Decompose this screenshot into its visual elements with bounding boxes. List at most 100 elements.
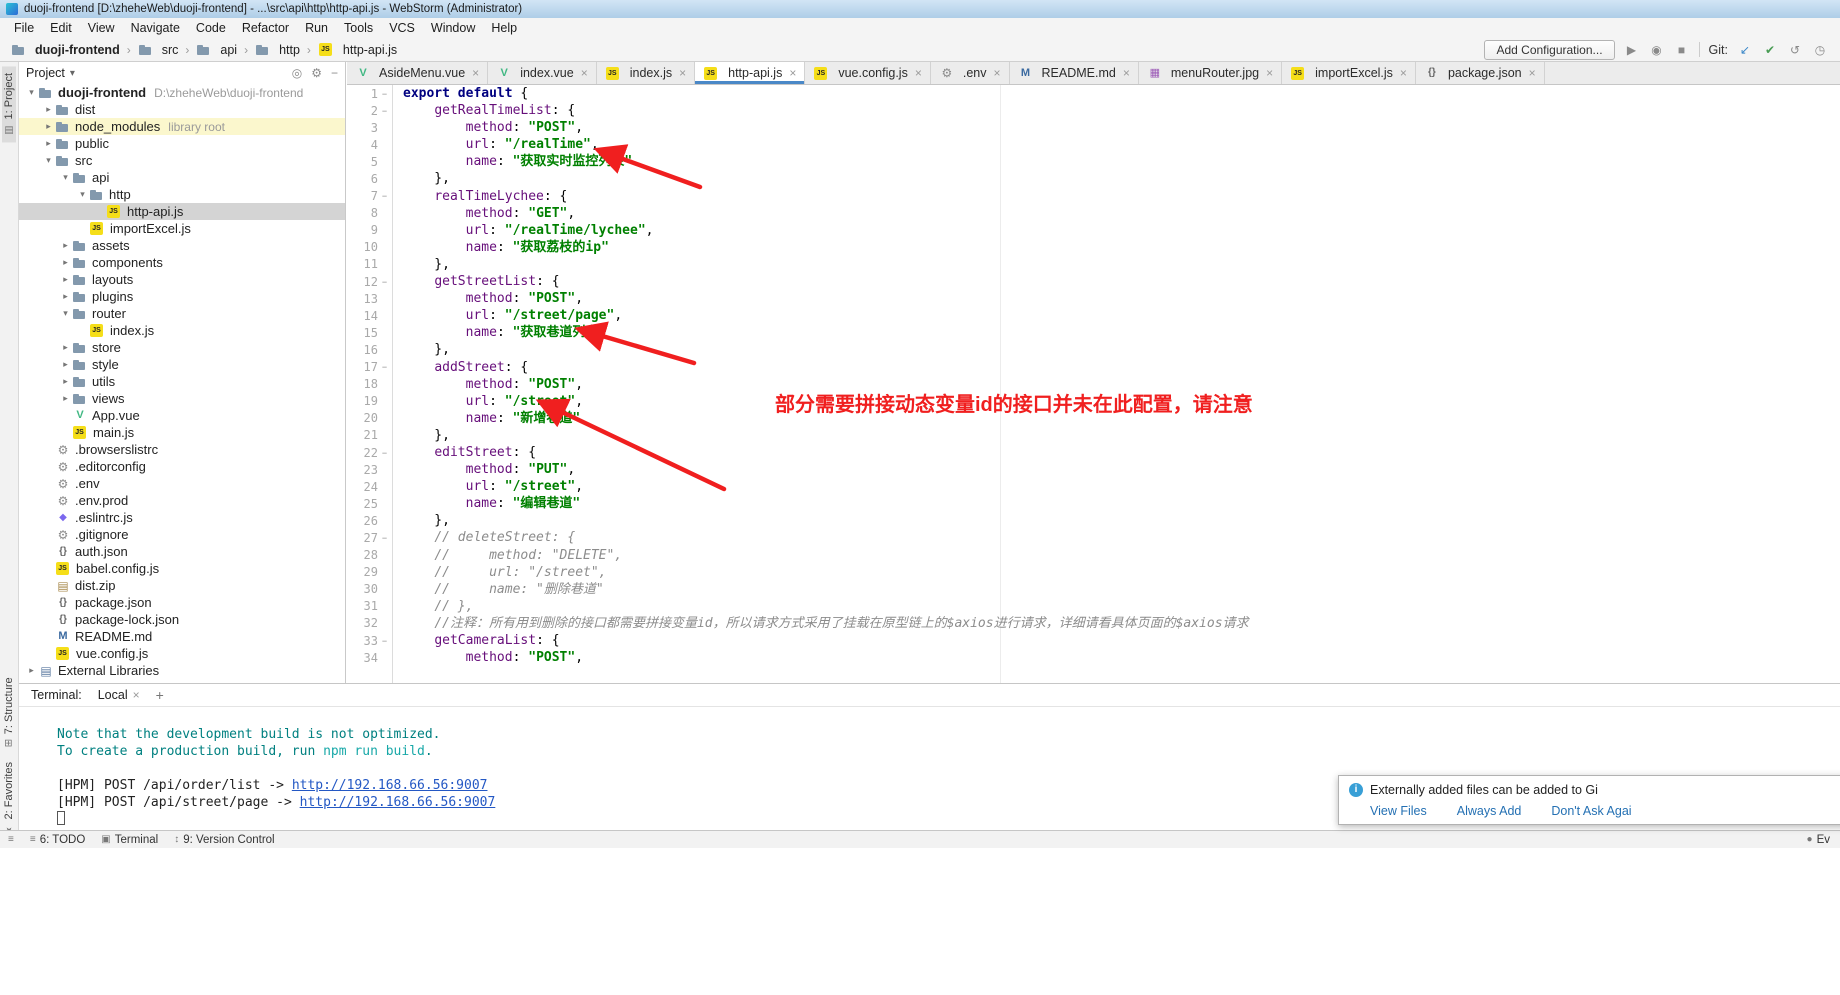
tree-item[interactable]: ▸components <box>19 254 345 271</box>
fold-icon[interactable]: − <box>380 362 389 372</box>
line-number[interactable]: 18 <box>347 376 392 393</box>
tree-item[interactable]: ⚙.browserslistrc <box>19 441 345 458</box>
run-icon[interactable]: ▶ <box>1624 43 1640 57</box>
git-commit-icon[interactable]: ✔ <box>1762 43 1778 57</box>
line-number[interactable]: 30 <box>347 581 392 598</box>
git-update-icon[interactable]: ↙ <box>1737 43 1753 57</box>
chevron-closed-icon[interactable]: ▸ <box>59 342 72 353</box>
line-number[interactable]: 14 <box>347 307 392 324</box>
chevron-closed-icon[interactable]: ▸ <box>59 240 72 251</box>
tree-item[interactable]: ▸utils <box>19 373 345 390</box>
code-line[interactable]: method: "POST", <box>403 649 1840 666</box>
tree-item[interactable]: ▸views <box>19 390 345 407</box>
line-number[interactable]: 34 <box>347 649 392 666</box>
terminal-link[interactable]: http://192.168.66.56:9007 <box>292 778 488 793</box>
chevron-closed-icon[interactable]: ▸ <box>59 257 72 268</box>
close-icon[interactable]: × <box>915 66 922 80</box>
code-editor[interactable]: 1−2−34567−89101112−1314151617−1819202122… <box>347 85 1840 683</box>
tree-item[interactable]: ▤dist.zip <box>19 577 345 594</box>
toolwindow-button[interactable]: ▤1: Project <box>2 66 16 142</box>
tree-item[interactable]: ▸public <box>19 135 345 152</box>
tab-importExcel.js[interactable]: JSimportExcel.js× <box>1282 62 1416 84</box>
line-number[interactable]: 17− <box>347 359 392 376</box>
toolwindow-switcher-icon[interactable]: ≡ <box>8 834 14 845</box>
menu-file[interactable]: File <box>6 19 42 37</box>
git-history-icon[interactable]: ↺ <box>1787 43 1803 57</box>
tree-item[interactable]: {}package.json <box>19 594 345 611</box>
tree-item[interactable]: ▸assets <box>19 237 345 254</box>
close-icon[interactable]: × <box>472 66 479 80</box>
tree-item[interactable]: JSvue.config.js <box>19 645 345 662</box>
clock-icon[interactable]: ◷ <box>1812 43 1828 57</box>
chevron-closed-icon[interactable]: ▸ <box>42 121 55 132</box>
line-number[interactable]: 7− <box>347 188 392 205</box>
toolwindow-button[interactable]: ⊞7: Structure <box>2 670 16 754</box>
tab-README.md[interactable]: MREADME.md× <box>1010 62 1139 84</box>
fold-icon[interactable]: − <box>380 191 389 201</box>
line-number[interactable]: 27− <box>347 529 392 546</box>
line-number[interactable]: 1− <box>347 85 392 102</box>
status-item[interactable]: ▣Terminal <box>101 834 158 846</box>
close-icon[interactable]: × <box>133 688 140 702</box>
code-line[interactable]: getRealTimeList: { <box>403 102 1840 119</box>
line-number[interactable]: 21 <box>347 427 392 444</box>
close-icon[interactable]: × <box>679 66 686 80</box>
tree-item[interactable]: ▸store <box>19 339 345 356</box>
breadcrumb-item[interactable]: src <box>135 42 182 58</box>
line-number[interactable]: 33− <box>347 632 392 649</box>
line-number[interactable]: 12− <box>347 273 392 290</box>
code-line[interactable]: method: "POST", <box>403 119 1840 136</box>
code-line[interactable]: }, <box>403 256 1840 273</box>
chevron-closed-icon[interactable]: ▸ <box>59 274 72 285</box>
tree-item[interactable]: ⚙.gitignore <box>19 526 345 543</box>
chevron-closed-icon[interactable]: ▸ <box>59 393 72 404</box>
code-line[interactable]: }, <box>403 341 1840 358</box>
menu-refactor[interactable]: Refactor <box>234 19 297 37</box>
fold-icon[interactable]: − <box>380 533 389 543</box>
code-line[interactable]: //注释：所有用到删除的接口都需要拼接变量id，所以请求方式采用了挂载在原型链上… <box>403 615 1840 632</box>
code-line[interactable]: url: "/street/page", <box>403 307 1840 324</box>
fold-icon[interactable]: − <box>380 448 389 458</box>
code-line[interactable]: method: "POST", <box>403 290 1840 307</box>
breadcrumb-item[interactable]: http <box>252 42 303 58</box>
debug-icon[interactable]: ◉ <box>1649 43 1665 57</box>
line-number[interactable]: 4 <box>347 136 392 153</box>
notification-link[interactable]: Always Add <box>1457 804 1522 818</box>
tree-item[interactable]: JSbabel.config.js <box>19 560 345 577</box>
chevron-closed-icon[interactable]: ▸ <box>42 104 55 115</box>
tree-item[interactable]: ◆.eslintrc.js <box>19 509 345 526</box>
close-icon[interactable]: × <box>993 66 1000 80</box>
menu-view[interactable]: View <box>80 19 123 37</box>
line-number[interactable]: 32 <box>347 615 392 632</box>
code-line[interactable]: // name: "删除巷道" <box>403 581 1840 598</box>
tab-index.vue[interactable]: Vindex.vue× <box>488 62 597 84</box>
close-icon[interactable]: × <box>1266 66 1273 80</box>
code-line[interactable]: realTimeLychee: { <box>403 188 1840 205</box>
line-number[interactable]: 13 <box>347 290 392 307</box>
line-number[interactable]: 28 <box>347 547 392 564</box>
line-number[interactable]: 6 <box>347 170 392 187</box>
chevron-open-icon[interactable]: ▾ <box>76 189 89 200</box>
status-item[interactable]: ≡6: TODO <box>30 834 85 846</box>
chevron-open-icon[interactable]: ▾ <box>25 87 38 98</box>
project-view-dropdown[interactable]: Project <box>26 66 65 80</box>
line-number[interactable]: 31 <box>347 598 392 615</box>
close-icon[interactable]: × <box>1400 66 1407 80</box>
stop-icon[interactable]: ■ <box>1674 43 1690 57</box>
code-line[interactable]: name: "获取荔枝的ip" <box>403 239 1840 256</box>
tree-item[interactable]: JShttp-api.js <box>19 203 345 220</box>
code-line[interactable]: name: "编辑巷道" <box>403 495 1840 512</box>
tree-item[interactable]: ▸dist <box>19 101 345 118</box>
tree-item[interactable]: ▸layouts <box>19 271 345 288</box>
tree-item[interactable]: ▸node_moduleslibrary root <box>19 118 345 135</box>
tab-.env[interactable]: ⚙.env× <box>931 62 1010 84</box>
status-item[interactable]: ●Ev <box>1807 834 1830 846</box>
line-number[interactable]: 26 <box>347 512 392 529</box>
chevron-closed-icon[interactable]: ▸ <box>59 291 72 302</box>
code-line[interactable]: export default { <box>403 85 1840 102</box>
code-line[interactable]: url: "/realTime/lychee", <box>403 222 1840 239</box>
toolwindow-button[interactable]: ★2: Favorites <box>2 755 16 842</box>
gear-icon[interactable]: ⚙ <box>311 66 322 80</box>
notification-link[interactable]: Don't Ask Agai <box>1551 804 1631 818</box>
tree-item[interactable]: VApp.vue <box>19 407 345 424</box>
